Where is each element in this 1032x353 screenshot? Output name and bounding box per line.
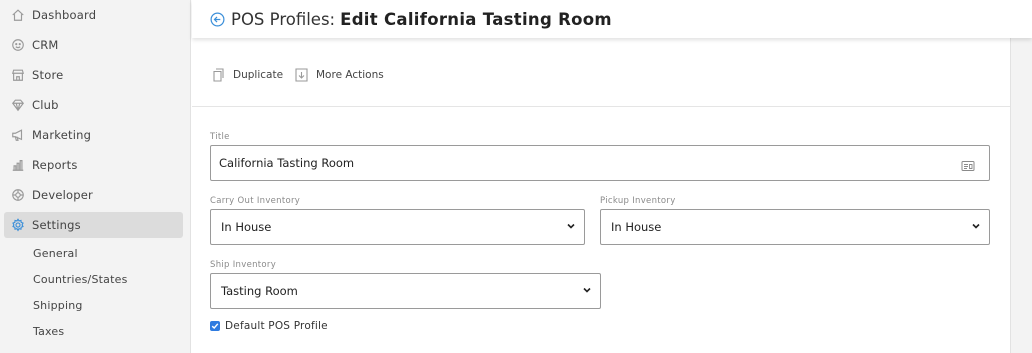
- sidebar-item-developer[interactable]: Developer: [4, 182, 183, 208]
- carry-out-inventory-value: In House: [221, 220, 272, 234]
- sidebar-item-dashboard[interactable]: Dashboard: [4, 2, 183, 28]
- sidebar-subitem-taxes[interactable]: Taxes: [33, 325, 64, 338]
- chevron-down-icon: [971, 220, 981, 234]
- pickup-inventory-label: Pickup Inventory: [600, 196, 676, 206]
- sidebar-item-reports[interactable]: Reports: [4, 152, 183, 178]
- duplicate-button[interactable]: Duplicate: [212, 68, 283, 82]
- more-actions-label: More Actions: [316, 69, 384, 81]
- bar-chart-icon: [10, 157, 26, 173]
- sidebar-item-label: CRM: [32, 38, 59, 52]
- sidebar-item-store[interactable]: Store: [4, 62, 183, 88]
- carry-out-inventory-label: Carry Out Inventory: [210, 196, 301, 206]
- sidebar-item-settings[interactable]: Settings: [4, 212, 183, 238]
- sidebar-item-marketing[interactable]: Marketing: [4, 122, 183, 148]
- actions-bar: Duplicate More Actions: [192, 38, 1010, 107]
- title-input[interactable]: [210, 145, 990, 181]
- sidebar-item-label: Club: [32, 98, 59, 112]
- sidebar-item-label: Marketing: [32, 128, 92, 142]
- default-pos-profile-label: Default POS Profile: [225, 320, 328, 332]
- download-icon: [295, 68, 308, 82]
- sidebar-item-label: Settings: [32, 218, 81, 232]
- sidebar-item-label: Dashboard: [32, 8, 97, 22]
- duplicate-label: Duplicate: [233, 69, 284, 81]
- diamond-icon: [10, 97, 26, 113]
- main-content: Duplicate More Actions Title Carry Out I…: [192, 38, 1010, 353]
- ship-inventory-select[interactable]: Tasting Room: [210, 273, 601, 309]
- sidebar-subitem-countries-states[interactable]: Countries/States: [33, 273, 128, 286]
- gear-icon: [10, 217, 26, 233]
- sidebar-item-label: Store: [32, 68, 64, 82]
- chevron-down-icon: [566, 220, 576, 234]
- ship-inventory-label: Ship Inventory: [210, 260, 277, 270]
- home-icon: [10, 7, 26, 23]
- right-gutter: [1010, 38, 1032, 353]
- sidebar-item-label: Developer: [32, 188, 93, 202]
- chevron-down-icon: [582, 284, 592, 298]
- title-field-label: Title: [210, 132, 230, 142]
- sidebar-subitem-shipping[interactable]: Shipping: [33, 299, 83, 312]
- sidebar-item-club[interactable]: Club: [4, 92, 183, 118]
- ship-inventory-value: Tasting Room: [221, 284, 298, 298]
- sidebar-item-crm[interactable]: CRM: [4, 32, 183, 58]
- page-title: Edit California Tasting Room: [340, 9, 612, 29]
- default-pos-profile-row[interactable]: Default POS Profile: [210, 320, 328, 332]
- copy-icon: [212, 68, 225, 82]
- sidebar-item-label: Reports: [32, 158, 78, 172]
- page-title-prefix: POS Profiles:: [231, 9, 336, 29]
- back-arrow-icon[interactable]: [210, 12, 225, 27]
- pickup-inventory-select[interactable]: In House: [600, 209, 990, 245]
- pickup-inventory-value: In House: [611, 220, 662, 234]
- developer-icon: [10, 187, 26, 203]
- id-card-icon: [961, 157, 975, 171]
- store-icon: [10, 67, 26, 83]
- carry-out-inventory-select[interactable]: In House: [210, 209, 585, 245]
- megaphone-icon: [10, 127, 26, 143]
- sidebar-subitem-general[interactable]: General: [33, 247, 78, 260]
- page-header: POS Profiles: Edit California Tasting Ro…: [192, 0, 1032, 38]
- smiley-icon: [10, 37, 26, 53]
- more-actions-button[interactable]: More Actions: [295, 68, 384, 82]
- sidebar: Dashboard CRM Store Club Marketing Repor…: [0, 0, 191, 353]
- default-pos-profile-checkbox[interactable]: [210, 321, 220, 331]
